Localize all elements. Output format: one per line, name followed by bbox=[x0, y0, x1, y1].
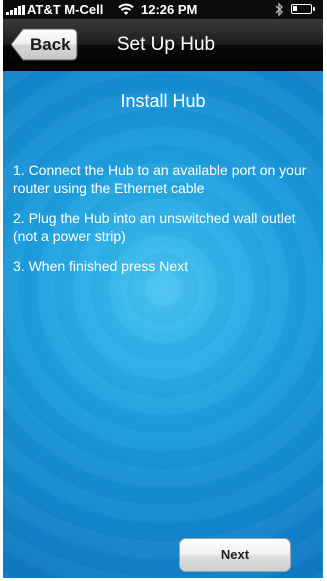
next-button[interactable]: Next bbox=[179, 538, 291, 572]
signal-bars-icon bbox=[6, 5, 26, 15]
main-content: Install Hub 1. Connect the Hub to an ava… bbox=[3, 71, 323, 578]
instruction-step: 1. Connect the Hub to an available port … bbox=[13, 162, 307, 196]
section-heading: Install Hub bbox=[120, 91, 206, 111]
instruction-step: 3. When finished press Next bbox=[13, 258, 189, 274]
back-button[interactable]: Back bbox=[10, 28, 78, 61]
phone-screen: AT&T M-Cell 12:26 PM Back Set Up Hub Ins… bbox=[3, 0, 323, 578]
clock: 12:26 PM bbox=[141, 2, 198, 17]
wifi-icon bbox=[118, 3, 134, 15]
battery-icon bbox=[291, 4, 315, 14]
bluetooth-icon bbox=[275, 2, 283, 17]
carrier-name: AT&T M-Cell bbox=[27, 2, 104, 17]
navigation-bar: Back Set Up Hub bbox=[3, 19, 323, 71]
status-bar: AT&T M-Cell 12:26 PM bbox=[3, 0, 323, 19]
instruction-step: 2. Plug the Hub into an unswitched wall … bbox=[13, 210, 296, 244]
instruction-list: 1. Connect the Hub to an available port … bbox=[13, 161, 321, 287]
back-button-label: Back bbox=[30, 35, 71, 54]
page-title: Set Up Hub bbox=[116, 34, 216, 55]
